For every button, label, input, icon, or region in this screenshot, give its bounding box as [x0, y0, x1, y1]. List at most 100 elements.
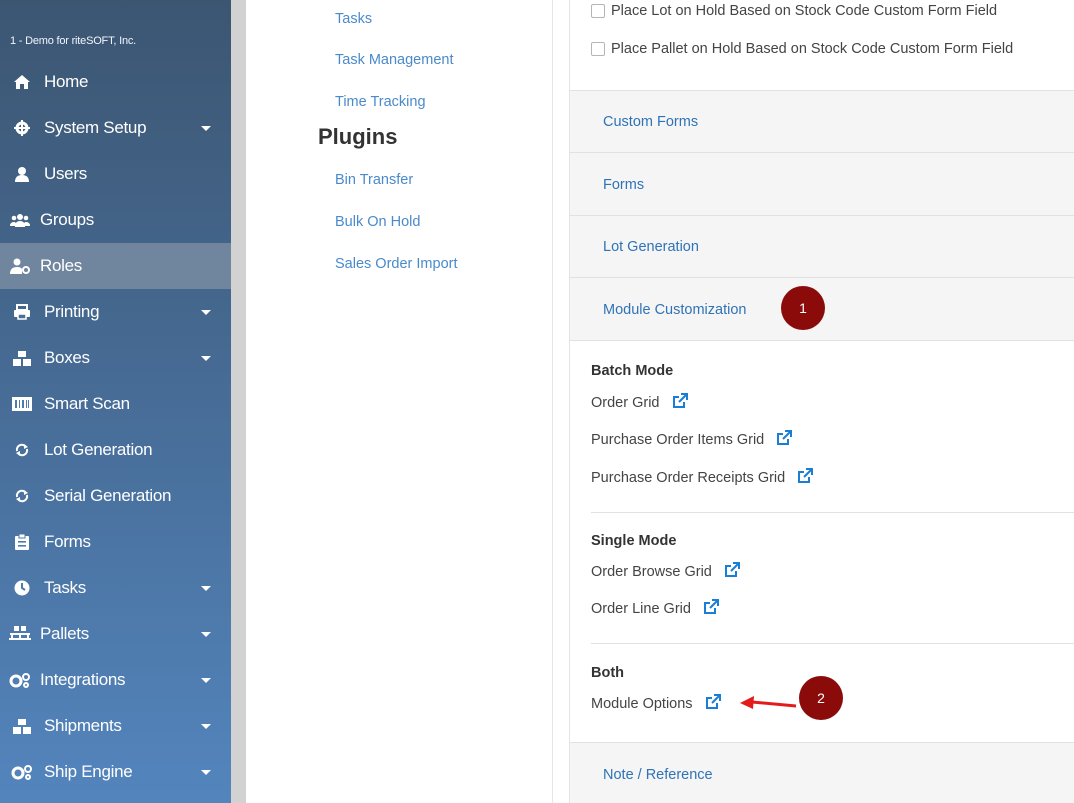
sidebar-item-label: System Setup — [44, 118, 147, 137]
nav-link-time-tracking[interactable]: Time Tracking — [335, 94, 426, 110]
sidebar-item-label: Groups — [40, 210, 94, 229]
red-arrow-icon — [740, 696, 797, 709]
external-link-icon[interactable] — [724, 562, 740, 582]
sidebar-item-shipments[interactable]: Shipments — [0, 703, 231, 749]
external-link-icon[interactable] — [797, 468, 814, 488]
external-link-icon[interactable] — [672, 393, 688, 413]
external-link-icon[interactable] — [703, 599, 719, 619]
pallet-icon — [0, 626, 40, 642]
accordion-title[interactable]: Custom Forms — [603, 114, 698, 130]
accordion-forms[interactable]: Forms — [570, 152, 1074, 215]
nav-link-bin-transfer[interactable]: Bin Transfer — [335, 172, 413, 188]
sidebar-item-label: Home — [44, 72, 89, 91]
sidebar-item-smart-scan[interactable]: Smart Scan — [0, 381, 231, 427]
sidebar-item-users[interactable]: Users — [0, 151, 231, 197]
sidebar-item-home[interactable]: Home — [0, 59, 231, 105]
accordion-title[interactable]: Forms — [603, 177, 644, 193]
nav-link-task-management[interactable]: Task Management — [335, 52, 453, 68]
sidebar-item-system-setup[interactable]: System Setup — [0, 105, 231, 151]
sidebar-item-label: Ship Engine — [44, 762, 133, 781]
sidebar-item-label: Serial Generation — [44, 486, 172, 505]
sidebar-item-serial-generation[interactable]: Serial Generation — [0, 473, 231, 519]
grid-row: Purchase Order Items Grid — [591, 430, 793, 450]
user-cog-icon — [0, 258, 40, 274]
grid-row: Order Line Grid — [591, 599, 719, 619]
grid-label: Order Grid — [591, 395, 660, 411]
annotation-badge: 2 — [799, 676, 843, 720]
barcode-icon — [0, 397, 44, 411]
sidebar-item-roles[interactable]: Roles — [0, 243, 231, 289]
checkbox-row: Place Lot on Hold Based on Stock Code Cu… — [591, 3, 997, 19]
chevron-down-icon — [201, 678, 211, 683]
accordion-custom-forms[interactable]: Custom Forms — [570, 90, 1074, 152]
section-divider — [591, 512, 1074, 513]
cogs-icon — [0, 764, 44, 780]
sidebar-item-pallets[interactable]: Pallets — [0, 611, 231, 657]
external-link-icon[interactable] — [776, 430, 793, 450]
grid-label: Order Browse Grid — [591, 564, 712, 580]
grid-row: Purchase Order Receipts Grid — [591, 468, 814, 488]
home-icon — [0, 74, 44, 90]
sidebar-item-label: Users — [44, 164, 87, 183]
sidebar-item-integrations[interactable]: Integrations — [0, 657, 231, 703]
accordion-title[interactable]: Module Customization — [603, 302, 746, 318]
sidebar: 1 - Demo for riteSOFT, Inc. Home System … — [0, 0, 231, 803]
settings-nav-column: Tasks Task Management Time Tracking Plug… — [246, 0, 553, 803]
chevron-down-icon — [201, 356, 211, 361]
sidebar-item-label: Tasks — [44, 578, 86, 597]
sidebar-item-forms[interactable]: Forms — [0, 519, 231, 565]
annotation-badge: 1 — [781, 286, 825, 330]
sidebar-item-label: Printing — [44, 302, 100, 321]
plugins-heading: Plugins — [318, 124, 398, 149]
sidebar-gutter — [231, 0, 246, 803]
chevron-down-icon — [201, 310, 211, 315]
exchange-icon — [0, 442, 44, 458]
chevron-down-icon — [201, 126, 211, 131]
nav-link-bulk-on-hold[interactable]: Bulk On Hold — [335, 214, 420, 230]
sidebar-item-lot-generation[interactable]: Lot Generation — [0, 427, 231, 473]
exchange-icon — [0, 488, 44, 504]
chevron-down-icon — [201, 632, 211, 637]
both-heading: Both — [591, 665, 625, 681]
boxes-icon — [0, 350, 44, 366]
grid-row: Order Grid — [591, 393, 688, 413]
sidebar-item-printing[interactable]: Printing — [0, 289, 231, 335]
nav-link-tasks[interactable]: Tasks — [335, 11, 372, 27]
chevron-down-icon — [201, 586, 211, 591]
accordion-lot-generation[interactable]: Lot Generation — [570, 215, 1074, 277]
sidebar-item-label: Smart Scan — [44, 394, 130, 413]
grid-label: Order Line Grid — [591, 601, 691, 617]
accordion-title[interactable]: Note / Reference — [603, 767, 713, 783]
lot-hold-checkbox[interactable] — [591, 4, 605, 18]
external-link-icon[interactable] — [705, 694, 721, 714]
sidebar-item-label: Pallets — [40, 624, 89, 643]
organization-name: 1 - Demo for riteSOFT, Inc. — [10, 35, 137, 47]
grid-row: Order Browse Grid — [591, 562, 740, 582]
pallet-hold-checkbox[interactable] — [591, 42, 605, 56]
single-mode-heading: Single Mode — [591, 533, 677, 549]
clipboard-icon — [0, 534, 44, 550]
sidebar-item-ship-engine[interactable]: Ship Engine — [0, 749, 231, 795]
users-group-icon — [0, 213, 40, 227]
accordion-title[interactable]: Lot Generation — [603, 239, 699, 255]
sidebar-item-groups[interactable]: Groups — [0, 197, 231, 243]
cogs-icon — [0, 672, 40, 688]
clock-icon — [0, 580, 44, 596]
user-icon — [0, 166, 44, 182]
sidebar-item-label: Shipments — [44, 716, 122, 735]
checkbox-label: Place Pallet on Hold Based on Stock Code… — [611, 41, 1014, 57]
accordion-note-reference[interactable]: Note / Reference — [570, 742, 1074, 803]
chevron-down-icon — [201, 724, 211, 729]
printer-icon — [0, 304, 44, 320]
batch-mode-heading: Batch Mode — [591, 363, 674, 379]
gear-icon — [0, 120, 44, 136]
sidebar-item-tasks[interactable]: Tasks — [0, 565, 231, 611]
sidebar-item-label: Roles — [40, 256, 82, 275]
sidebar-item-label: Forms — [44, 532, 91, 551]
sidebar-item-label: Boxes — [44, 348, 90, 367]
grid-label: Module Options — [591, 696, 693, 712]
chevron-down-icon — [201, 770, 211, 775]
checkbox-label: Place Lot on Hold Based on Stock Code Cu… — [611, 3, 998, 19]
sidebar-item-boxes[interactable]: Boxes — [0, 335, 231, 381]
nav-link-sales-order-import[interactable]: Sales Order Import — [335, 256, 458, 272]
